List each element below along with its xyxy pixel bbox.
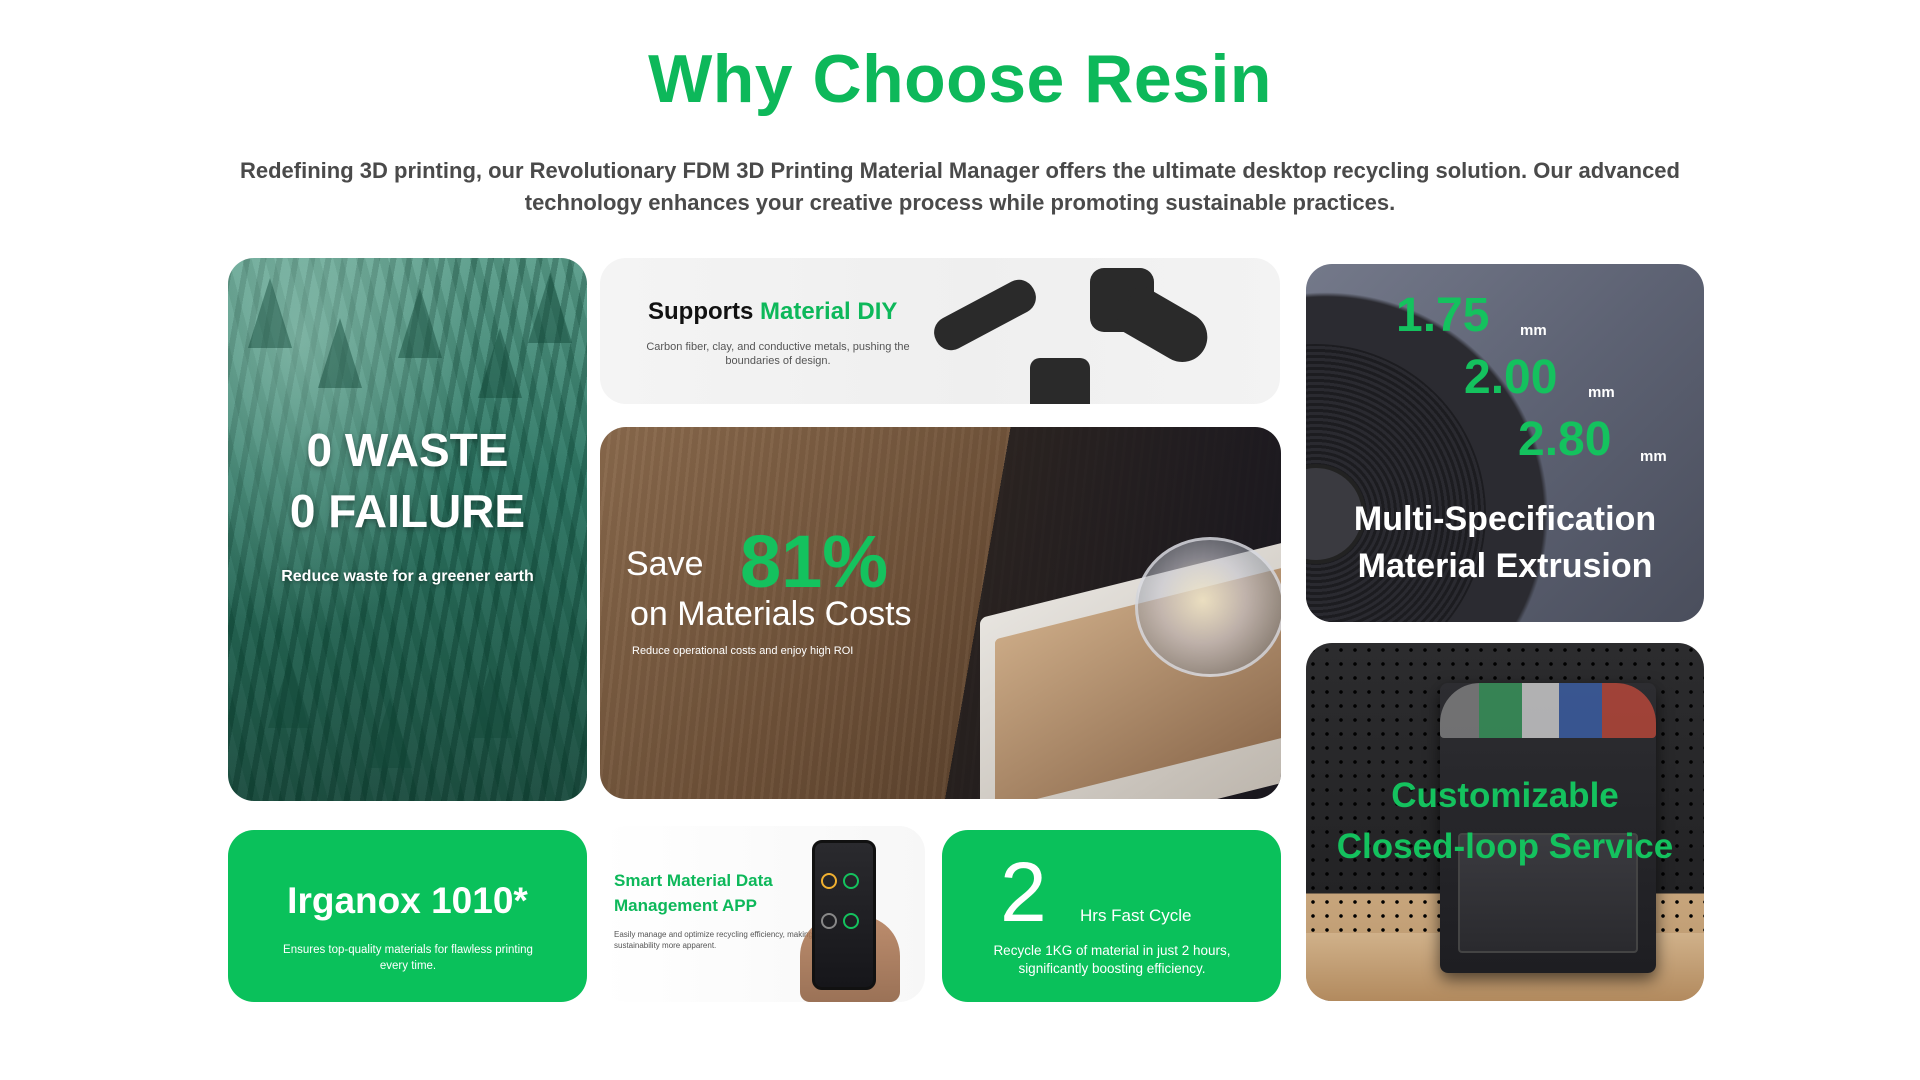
save-materials-costs: on Materials Costs	[630, 595, 912, 633]
spec-unit-1: mm	[1520, 322, 1547, 339]
container-bowl-shape	[1135, 537, 1281, 677]
tree-shape	[248, 278, 292, 348]
phone-gauge-shape	[843, 873, 859, 889]
phone-gauge-shape	[843, 913, 859, 929]
spec-unit-2: mm	[1588, 384, 1615, 401]
app-title: Smart Material Data Management APP	[614, 868, 773, 918]
closed-loop-title: Customizable Closed-loop Service	[1306, 770, 1704, 872]
closed-loop-card: Customizable Closed-loop Service	[1306, 643, 1704, 1001]
irganox-subtext: Ensures top-quality materials for flawle…	[283, 944, 533, 972]
phone-gauge-shape	[821, 913, 837, 929]
spec-unit-3: mm	[1640, 448, 1667, 465]
printer-filament-hood	[1440, 683, 1656, 738]
cycle-subtext: Recycle 1KG of material in just 2 hours,…	[993, 943, 1231, 976]
printed-part-connector	[928, 274, 1042, 356]
cycle-hours-number: 2	[1000, 845, 1047, 939]
irganox-card: Irganox 1010* Ensures top-quality materi…	[228, 830, 587, 1002]
material-diy-title-prefix: Supports	[648, 298, 754, 325]
tree-shape	[368, 698, 412, 768]
material-diy-title-highlight: Material DIY	[760, 298, 898, 325]
app-description: Easily manage and optimize recycling eff…	[614, 930, 813, 950]
tree-shape	[268, 658, 312, 728]
multi-spec-title-line2: Material Extrusion	[1357, 547, 1653, 585]
material-diy-card: Supports Material DIY Carbon fiber, clay…	[600, 258, 1280, 404]
save-costs-card: Save 81% on Materials Costs Reduce opera…	[600, 427, 1281, 799]
zero-waste-subtext: Reduce waste for a greener earth	[281, 568, 534, 585]
closed-loop-title-line1: Customizable	[1391, 776, 1619, 815]
irganox-title: Irganox 1010*	[287, 880, 528, 921]
tree-shape	[398, 288, 442, 358]
tree-shape	[528, 273, 572, 343]
fast-cycle-card: 2 Hrs Fast Cycle Recycle 1KG of material…	[942, 830, 1281, 1002]
tree-shape	[318, 318, 362, 388]
save-percent: 81%	[740, 520, 889, 603]
spec-value-2: 2.00	[1464, 351, 1558, 404]
multi-spec-card: 1.75 mm 2.00 mm 2.80 mm Multi-Specificat…	[1306, 264, 1704, 622]
app-title-line1: Smart Material Data	[614, 871, 773, 890]
zero-waste-heading: 0 WASTE	[306, 424, 509, 476]
phone-gauge-shape	[821, 873, 837, 889]
smartphone-icon	[812, 840, 876, 990]
cycle-label: Hrs Fast Cycle	[1080, 906, 1192, 925]
tree-shape	[478, 328, 522, 398]
app-title-line2: Management APP	[614, 896, 757, 915]
multi-spec-title-line1: Multi-Specification	[1353, 500, 1657, 538]
tree-shape	[468, 668, 512, 738]
material-diy-description: Carbon fiber, clay, and conductive metal…	[646, 341, 910, 367]
zero-failure-heading: 0 FAILURE	[289, 485, 526, 537]
page-subtitle: Redefining 3D printing, our Revolutionar…	[240, 158, 1680, 215]
save-word: Save	[626, 545, 704, 583]
page-title: Why Choose Resin	[648, 41, 1272, 117]
closed-loop-title-line2: Closed-loop Service	[1336, 827, 1674, 866]
material-diy-title: Supports Material DIY	[648, 298, 897, 326]
app-card: Smart Material Data Management APP Easil…	[600, 826, 925, 1002]
spec-value-1: 1.75	[1396, 289, 1490, 342]
save-subtext: Reduce operational costs and enjoy high …	[632, 645, 854, 657]
zero-waste-card: 0 WASTE 0 FAILURE Reduce waste for a gre…	[228, 258, 587, 801]
multi-spec-title: Multi-Specification Material Extrusion	[1306, 496, 1704, 590]
spec-value-3: 2.80	[1518, 413, 1612, 466]
printed-part-gear	[1030, 358, 1090, 404]
